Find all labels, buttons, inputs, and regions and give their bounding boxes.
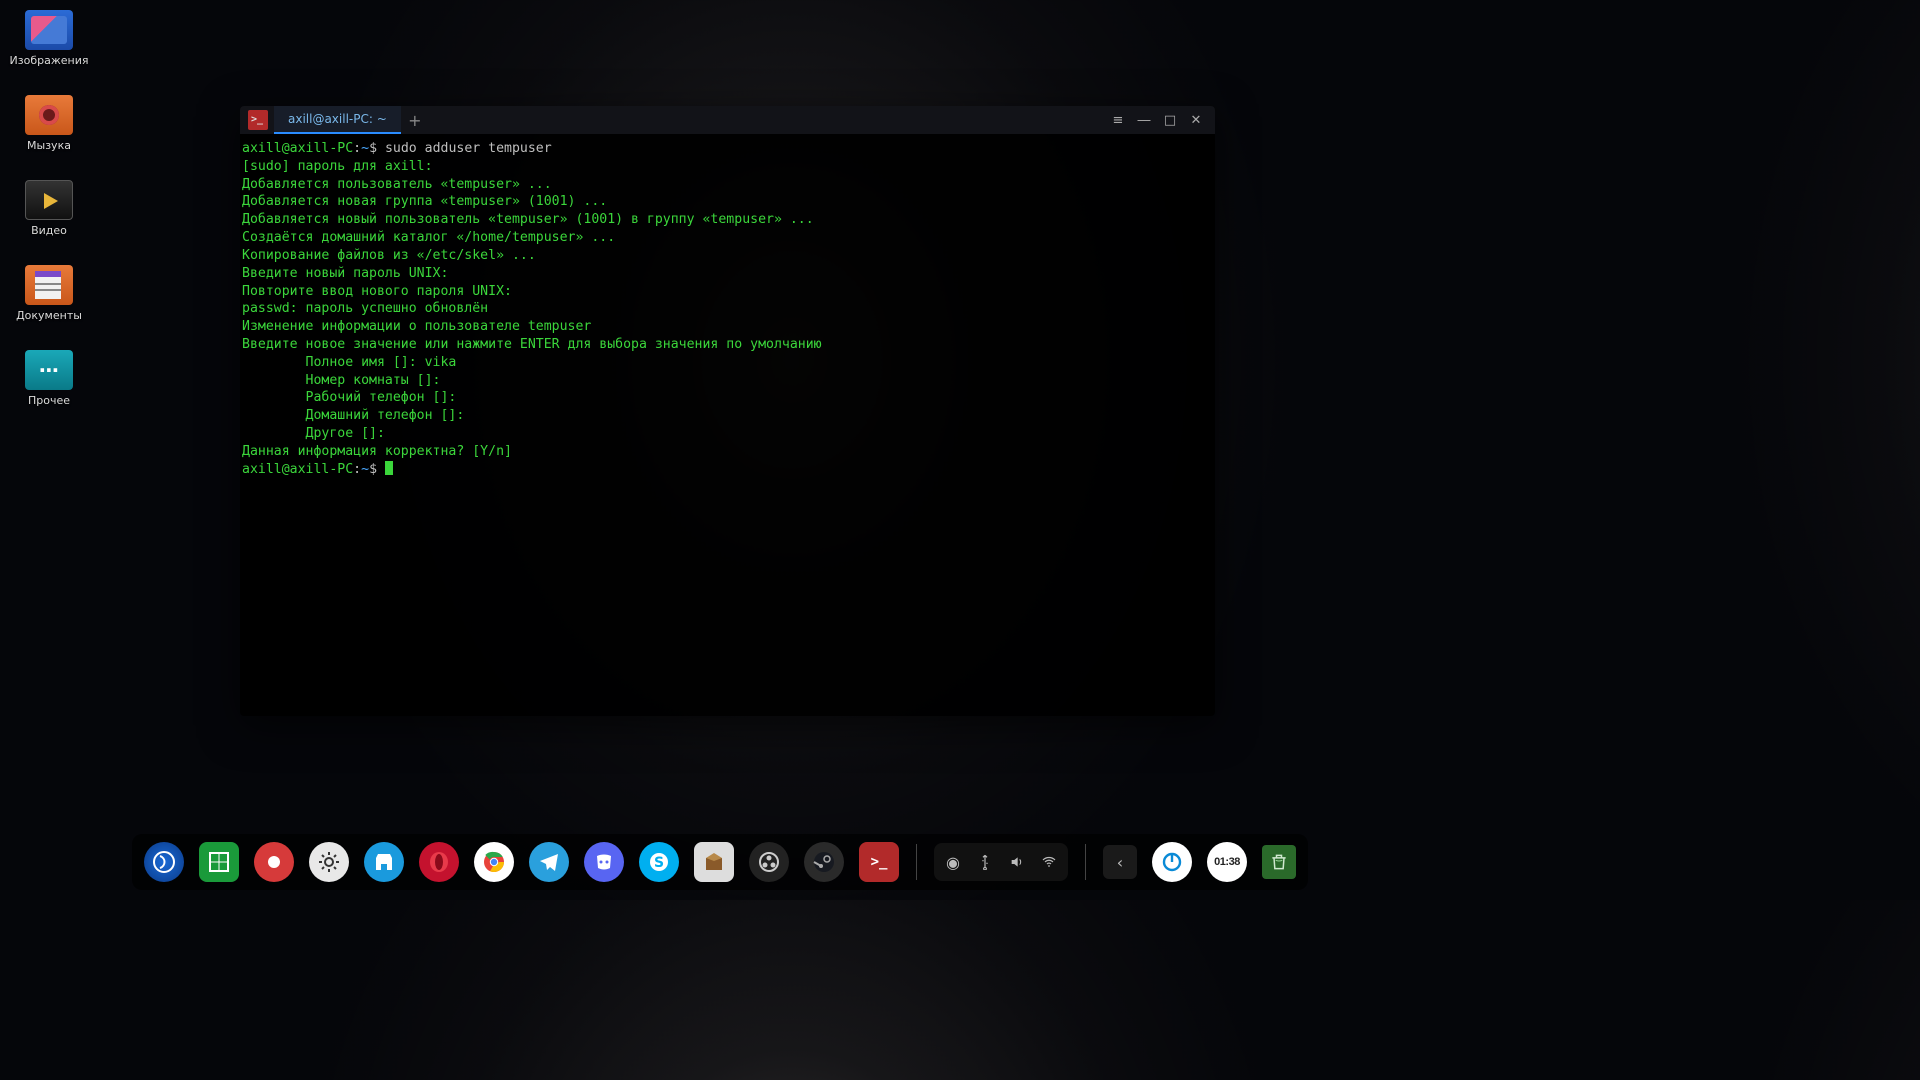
tray-wifi-icon[interactable]	[1034, 847, 1064, 877]
spreadsheet-icon	[207, 850, 231, 874]
desktop-icon-label: Документы	[16, 309, 82, 322]
power-icon	[1160, 850, 1184, 874]
tray-app-indicator[interactable]: ◉	[938, 847, 968, 877]
desktop-icon-music[interactable]: Мызука	[10, 95, 88, 152]
folder-other-icon	[25, 350, 73, 390]
close-button[interactable]: ✕	[1183, 107, 1209, 133]
desktop-icon-pictures[interactable]: Изображения	[10, 10, 88, 67]
hamburger-menu-button[interactable]: ≡	[1105, 107, 1131, 133]
record-icon	[262, 850, 286, 874]
gear-icon	[317, 850, 341, 874]
terminal-icon: >_	[871, 854, 888, 870]
clock-time: 01:38	[1214, 857, 1240, 868]
usb-icon	[977, 854, 993, 870]
svg-text:S: S	[654, 855, 664, 871]
dock: S >_ ◉ ‹ 01:38	[132, 834, 1308, 890]
folder-pictures-icon	[25, 10, 73, 50]
desktop-icon-documents[interactable]: Документы	[10, 265, 88, 322]
trash-icon	[1269, 852, 1289, 872]
terminal-tab-title: axill@axill-PC: ~	[288, 112, 387, 126]
desktop-icon-video[interactable]: Видео	[10, 180, 88, 237]
dock-separator	[1085, 844, 1086, 880]
wifi-icon	[1041, 854, 1057, 870]
terminal-titlebar[interactable]: axill@axill-PC: ~ + ≡ ― □ ✕	[240, 106, 1215, 134]
desktop-icon-label: Изображения	[10, 54, 89, 67]
discord-icon	[592, 850, 616, 874]
desktop-icon-label: Прочее	[28, 394, 70, 407]
dock-opera-button[interactable]	[419, 842, 459, 882]
chrome-icon	[482, 850, 506, 874]
tray-usb-icon[interactable]	[970, 847, 1000, 877]
folder-music-icon	[25, 95, 73, 135]
dock-steam-button[interactable]	[804, 842, 844, 882]
dock-appstore-button[interactable]	[364, 842, 404, 882]
minimize-button[interactable]: ―	[1131, 107, 1157, 133]
desktop-icon-label: Видео	[31, 224, 67, 237]
steam-icon	[812, 850, 836, 874]
dock-settings-button[interactable]	[309, 842, 349, 882]
desktop-icons: Изображения Мызука Видео Документы Проче…	[10, 10, 88, 407]
dock-terminal-button[interactable]: >_	[859, 842, 899, 882]
dock-obs-button[interactable]	[749, 842, 789, 882]
package-icon	[702, 850, 726, 874]
dock-screenrecorder-button[interactable]	[254, 842, 294, 882]
dock-launcher-button[interactable]	[144, 842, 184, 882]
folder-video-icon	[25, 180, 73, 220]
dock-discord-button[interactable]	[584, 842, 624, 882]
terminal-body[interactable]: axill@axill-PC:~$ sudo adduser tempuser[…	[240, 134, 1215, 716]
dock-package-manager-button[interactable]	[694, 842, 734, 882]
desktop-icon-other[interactable]: Прочее	[10, 350, 88, 407]
skype-icon: S	[647, 850, 671, 874]
terminal-tab[interactable]: axill@axill-PC: ~	[274, 106, 401, 134]
dock-skype-button[interactable]: S	[639, 842, 679, 882]
dock-wps-button[interactable]	[199, 842, 239, 882]
new-tab-button[interactable]: +	[401, 106, 429, 134]
dock-trash-button[interactable]	[1262, 845, 1296, 879]
telegram-icon	[537, 850, 561, 874]
volume-icon	[1009, 854, 1025, 870]
obs-icon	[757, 850, 781, 874]
desktop-icon-label: Мызука	[27, 139, 71, 152]
maximize-button[interactable]: □	[1157, 107, 1183, 133]
dock-chrome-button[interactable]	[474, 842, 514, 882]
deepin-logo-icon	[152, 850, 176, 874]
dock-power-button[interactable]	[1152, 842, 1192, 882]
dock-clock[interactable]: 01:38	[1207, 842, 1247, 882]
dock-telegram-button[interactable]	[529, 842, 569, 882]
tray-volume-icon[interactable]	[1002, 847, 1032, 877]
folder-documents-icon	[25, 265, 73, 305]
system-tray: ◉	[934, 843, 1068, 881]
terminal-app-icon	[248, 110, 268, 130]
tray-collapse-button[interactable]: ‹	[1103, 845, 1137, 879]
store-icon	[372, 850, 396, 874]
opera-icon	[427, 850, 451, 874]
terminal-window: axill@axill-PC: ~ + ≡ ― □ ✕ axill@axill-…	[240, 106, 1215, 716]
dock-separator	[916, 844, 917, 880]
